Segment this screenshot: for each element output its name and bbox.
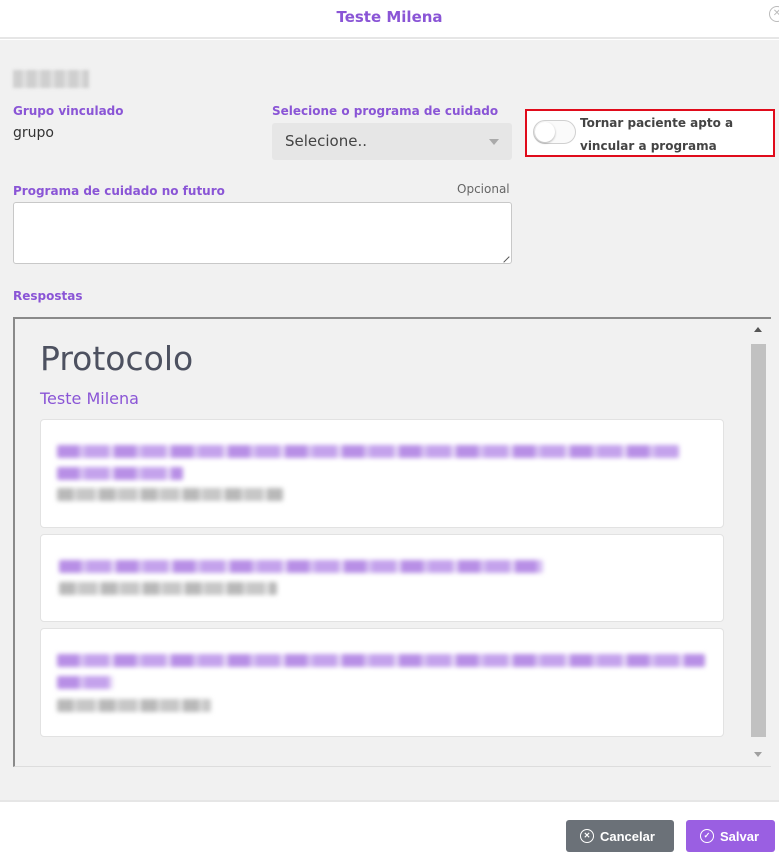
futuro-optional-hint: Opcional — [457, 182, 510, 196]
answer-question-redacted — [57, 676, 113, 689]
grupo-vinculado-label: Grupo vinculado — [13, 104, 124, 118]
answer-card — [40, 419, 724, 528]
respostas-label: Respostas — [13, 289, 83, 303]
toggle-knob — [535, 122, 555, 142]
dialog-footer: ✕ Cancelar ✓ Salvar — [0, 800, 779, 856]
cancel-button[interactable]: ✕ Cancelar — [566, 820, 674, 852]
programa-select-value: Selecione.. — [285, 132, 368, 150]
apto-toggle-container: Tornar paciente apto a vincular a progra… — [525, 109, 775, 157]
answer-value-redacted — [57, 488, 283, 501]
answer-card — [40, 628, 724, 737]
x-circle-icon: ✕ — [580, 829, 594, 843]
scroll-thumb[interactable] — [751, 344, 766, 737]
respostas-scrollbar[interactable] — [750, 322, 767, 764]
close-icon[interactable]: ✕ — [769, 6, 779, 22]
save-button-label: Salvar — [720, 828, 760, 844]
respostas-frame: Protocolo Teste Milena — [13, 317, 771, 767]
scroll-up-icon[interactable] — [754, 327, 762, 332]
scroll-down-icon[interactable] — [754, 752, 762, 757]
chevron-down-icon — [489, 139, 499, 145]
patient-name-redacted — [13, 70, 89, 88]
answer-card — [40, 534, 724, 622]
answer-value-redacted — [57, 699, 211, 712]
check-circle-icon: ✓ — [700, 829, 714, 843]
dialog-title: Teste Milena — [336, 8, 443, 26]
grupo-vinculado-value: grupo — [13, 125, 54, 141]
answer-question-redacted — [57, 467, 183, 480]
programa-select-label: Selecione o programa de cuidado — [272, 104, 499, 118]
answer-value-redacted — [59, 582, 277, 595]
answer-question-redacted — [57, 445, 679, 458]
futuro-label: Programa de cuidado no futuro — [13, 184, 225, 198]
answer-question-redacted — [57, 654, 705, 667]
save-button[interactable]: ✓ Salvar — [686, 820, 775, 852]
protocolo-subtitle: Teste Milena — [40, 389, 139, 408]
protocolo-title: Protocolo — [40, 339, 194, 378]
apto-toggle-label: Tornar paciente apto a vincular a progra… — [580, 116, 734, 153]
answer-question-redacted — [59, 560, 543, 573]
dialog-header: Teste Milena ✕ — [0, 0, 779, 39]
futuro-textarea[interactable] — [13, 202, 512, 264]
cancel-button-label: Cancelar — [600, 828, 655, 844]
apto-toggle-switch[interactable] — [533, 120, 576, 144]
programa-select[interactable]: Selecione.. — [272, 123, 512, 160]
dialog-body: Grupo vinculado grupo Selecione o progra… — [0, 40, 779, 801]
